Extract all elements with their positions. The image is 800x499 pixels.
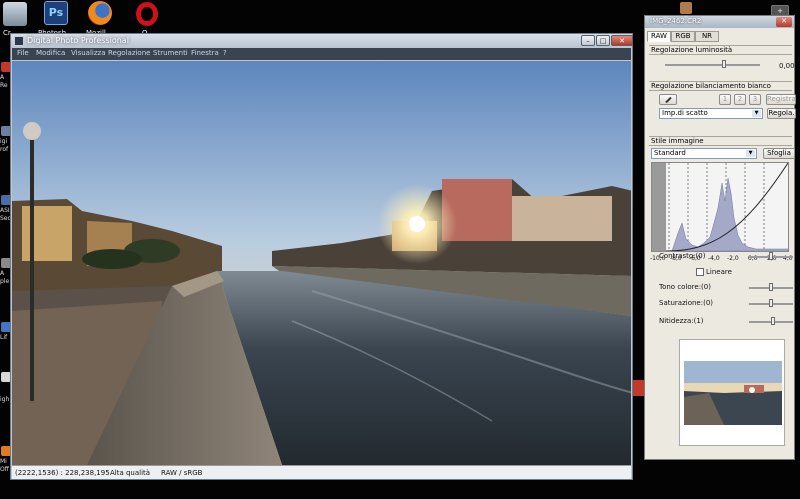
desktop-app-icon[interactable] bbox=[680, 2, 692, 14]
menu-regolazione[interactable]: Regolazione bbox=[108, 49, 150, 57]
menu-strumenti[interactable]: Strumenti bbox=[153, 49, 188, 57]
tab-nr[interactable]: NR bbox=[695, 31, 719, 42]
status-colorspace: RAW / sRGB bbox=[161, 469, 203, 477]
wallpaper-fragment bbox=[633, 380, 644, 396]
tab-raw[interactable]: RAW bbox=[647, 31, 671, 42]
picture-style-select[interactable]: Standard ▼ bbox=[651, 148, 757, 159]
saturation-label: Saturazione:(0) bbox=[659, 299, 714, 307]
palette-title: IMG_2462.CR2 bbox=[650, 17, 702, 25]
maximize-button[interactable]: □ bbox=[596, 35, 610, 46]
eyedropper-icon bbox=[664, 96, 672, 104]
histogram[interactable] bbox=[651, 162, 789, 252]
dpp-main-window: Digital Photo Professional – □ ✕ File Mo… bbox=[10, 33, 633, 480]
photoshop-icon[interactable]: Ps bbox=[44, 1, 68, 25]
white-balance-section-header[interactable]: Regolazione bilanciamento bianco bbox=[649, 81, 792, 91]
firefox-icon[interactable] bbox=[88, 1, 112, 25]
sharpness-label: Nitidezza:(1) bbox=[659, 317, 704, 325]
canal-photo bbox=[12, 61, 631, 465]
picture-style-value: Standard bbox=[654, 149, 686, 157]
linear-checkbox[interactable] bbox=[696, 268, 704, 276]
close-button[interactable]: ✕ bbox=[611, 35, 633, 46]
contrast-label: Contrasto:(0) bbox=[659, 252, 706, 260]
linear-label: Lineare bbox=[706, 268, 732, 276]
saturation-slider-thumb[interactable] bbox=[769, 299, 773, 307]
recycle-bin-icon[interactable] bbox=[3, 2, 27, 26]
color-tone-slider-thumb[interactable] bbox=[769, 283, 773, 291]
wb-adjust-button[interactable]: Regola. bbox=[767, 108, 796, 119]
status-bar: (2222,1536) : 228,238,195 Alta qualità R… bbox=[12, 465, 631, 479]
status-quality: Alta qualità bbox=[110, 469, 151, 477]
wb-preset-button-1[interactable]: 1 bbox=[719, 94, 731, 105]
wb-register-button[interactable]: Registra bbox=[766, 94, 796, 105]
histogram-graph bbox=[652, 162, 789, 252]
contrast-slider-thumb[interactable] bbox=[769, 252, 773, 260]
navigator-preview[interactable] bbox=[679, 339, 785, 446]
menu-bar: File Modifica Visualizza Regolazione Str… bbox=[12, 48, 631, 60]
picture-style-section-header[interactable]: Stile immagine bbox=[649, 136, 792, 146]
menu-help[interactable]: ? bbox=[223, 49, 227, 57]
wb-preset-button-3[interactable]: 3 bbox=[749, 94, 761, 105]
menu-visualizza[interactable]: Visualizza bbox=[71, 49, 105, 57]
brightness-value: 0,00 bbox=[779, 62, 795, 70]
palette-titlebar[interactable]: IMG_2462.CR2 ✕ bbox=[645, 16, 794, 28]
color-tone-label: Tono colore:(0) bbox=[659, 283, 711, 291]
status-coords: (2222,1536) : 228,238,195 bbox=[15, 469, 110, 477]
brightness-slider-track[interactable] bbox=[665, 64, 760, 66]
app-icon bbox=[14, 36, 24, 46]
histogram-tick: -2,0 bbox=[727, 255, 739, 262]
image-canvas[interactable] bbox=[12, 61, 631, 465]
wb-preset-value: Imp.di scatto bbox=[662, 109, 708, 117]
chevron-down-icon: ▼ bbox=[746, 150, 755, 157]
menu-modifica[interactable]: Modifica bbox=[36, 49, 65, 57]
opera-icon[interactable] bbox=[136, 2, 158, 26]
main-titlebar[interactable]: Digital Photo Professional – □ ✕ bbox=[11, 34, 633, 48]
histogram-tick: -4,0 bbox=[708, 255, 720, 262]
tab-rgb[interactable]: RGB bbox=[671, 31, 695, 42]
main-window-title: Digital Photo Professional bbox=[27, 36, 129, 45]
palette-close-button[interactable]: ✕ bbox=[776, 17, 792, 27]
chevron-down-icon: ▼ bbox=[752, 110, 761, 117]
wb-preset-select[interactable]: Imp.di scatto ▼ bbox=[659, 108, 763, 119]
menu-file[interactable]: File bbox=[17, 49, 29, 57]
brightness-section-header[interactable]: Regolazione luminosità bbox=[649, 45, 792, 55]
brightness-slider-thumb[interactable] bbox=[722, 60, 726, 68]
wb-preset-button-2[interactable]: 2 bbox=[734, 94, 746, 105]
picture-style-browse-button[interactable]: Sfoglia bbox=[763, 148, 795, 159]
tool-palette: IMG_2462.CR2 ✕ RAW RGB NR Regolazione lu… bbox=[644, 15, 796, 460]
minimize-button[interactable]: – bbox=[581, 35, 595, 46]
eyedropper-button[interactable] bbox=[659, 94, 677, 105]
sharpness-slider-thumb[interactable] bbox=[771, 317, 775, 325]
menu-finestra[interactable]: Finestra bbox=[191, 49, 219, 57]
preview-thumbnail bbox=[684, 361, 782, 425]
